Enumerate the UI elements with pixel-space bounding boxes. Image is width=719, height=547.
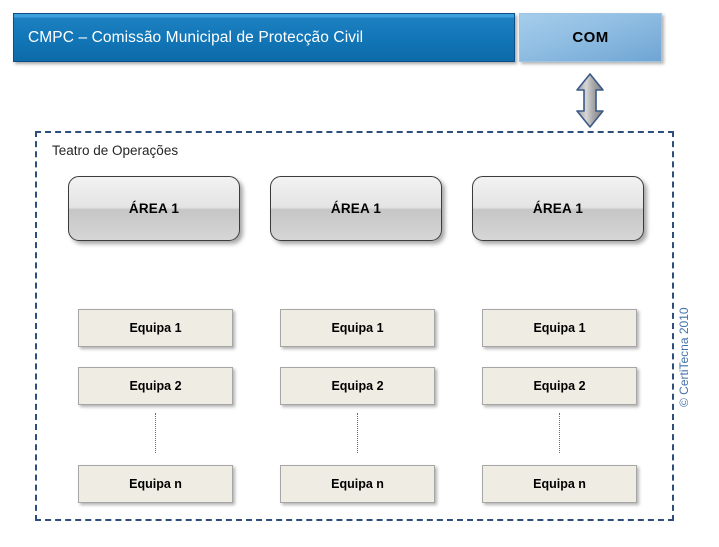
equipa-label: Equipa 2: [129, 379, 182, 393]
equipa-connector-col3: [559, 413, 560, 453]
equipa-label: Equipa n: [533, 477, 586, 491]
equipa-label: Equipa n: [331, 477, 384, 491]
equipa-connector-col1: [155, 413, 156, 453]
equipa-box-col1-3[interactable]: Equipa n: [78, 465, 233, 503]
area-box-1-label: ÁREA 1: [128, 201, 180, 216]
equipa-box-col3-1[interactable]: Equipa 1: [482, 309, 637, 347]
equipa-box-col3-3[interactable]: Equipa n: [482, 465, 637, 503]
diagram-canvas: CMPC – Comissão Municipal de Protecção C…: [0, 0, 719, 547]
teatro-de-operacoes-label: Teatro de Operações: [52, 143, 179, 158]
equipa-label: Equipa n: [129, 477, 182, 491]
area-box-3-label: ÁREA 1: [532, 201, 584, 216]
equipa-label: Equipa 1: [533, 321, 586, 335]
equipa-box-col1-1[interactable]: Equipa 1: [78, 309, 233, 347]
equipa-label: Equipa 2: [331, 379, 384, 393]
area-box-1[interactable]: ÁREA 1: [68, 176, 240, 241]
equipa-box-col2-3[interactable]: Equipa n: [280, 465, 435, 503]
equipa-label: Equipa 2: [533, 379, 586, 393]
cmpc-title-label: CMPC – Comissão Municipal de Protecção C…: [28, 28, 364, 46]
equipa-box-col2-1[interactable]: Equipa 1: [280, 309, 435, 347]
area-box-2-label: ÁREA 1: [330, 201, 382, 216]
copyright-notice: © CertiTecna 2010: [677, 307, 691, 407]
equipa-label: Equipa 1: [129, 321, 182, 335]
equipa-label: Equipa 1: [331, 321, 384, 335]
equipa-connector-col2: [357, 413, 358, 453]
double-vertical-arrow-icon: [572, 73, 608, 128]
area-box-2[interactable]: ÁREA 1: [270, 176, 442, 241]
area-box-3[interactable]: ÁREA 1: [472, 176, 644, 241]
com-box[interactable]: COM: [519, 13, 662, 62]
com-label: COM: [572, 29, 609, 46]
equipa-box-col3-2[interactable]: Equipa 2: [482, 367, 637, 405]
equipa-box-col2-2[interactable]: Equipa 2: [280, 367, 435, 405]
cmpc-title-bar[interactable]: CMPC – Comissão Municipal de Protecção C…: [13, 13, 515, 62]
equipa-box-col1-2[interactable]: Equipa 2: [78, 367, 233, 405]
